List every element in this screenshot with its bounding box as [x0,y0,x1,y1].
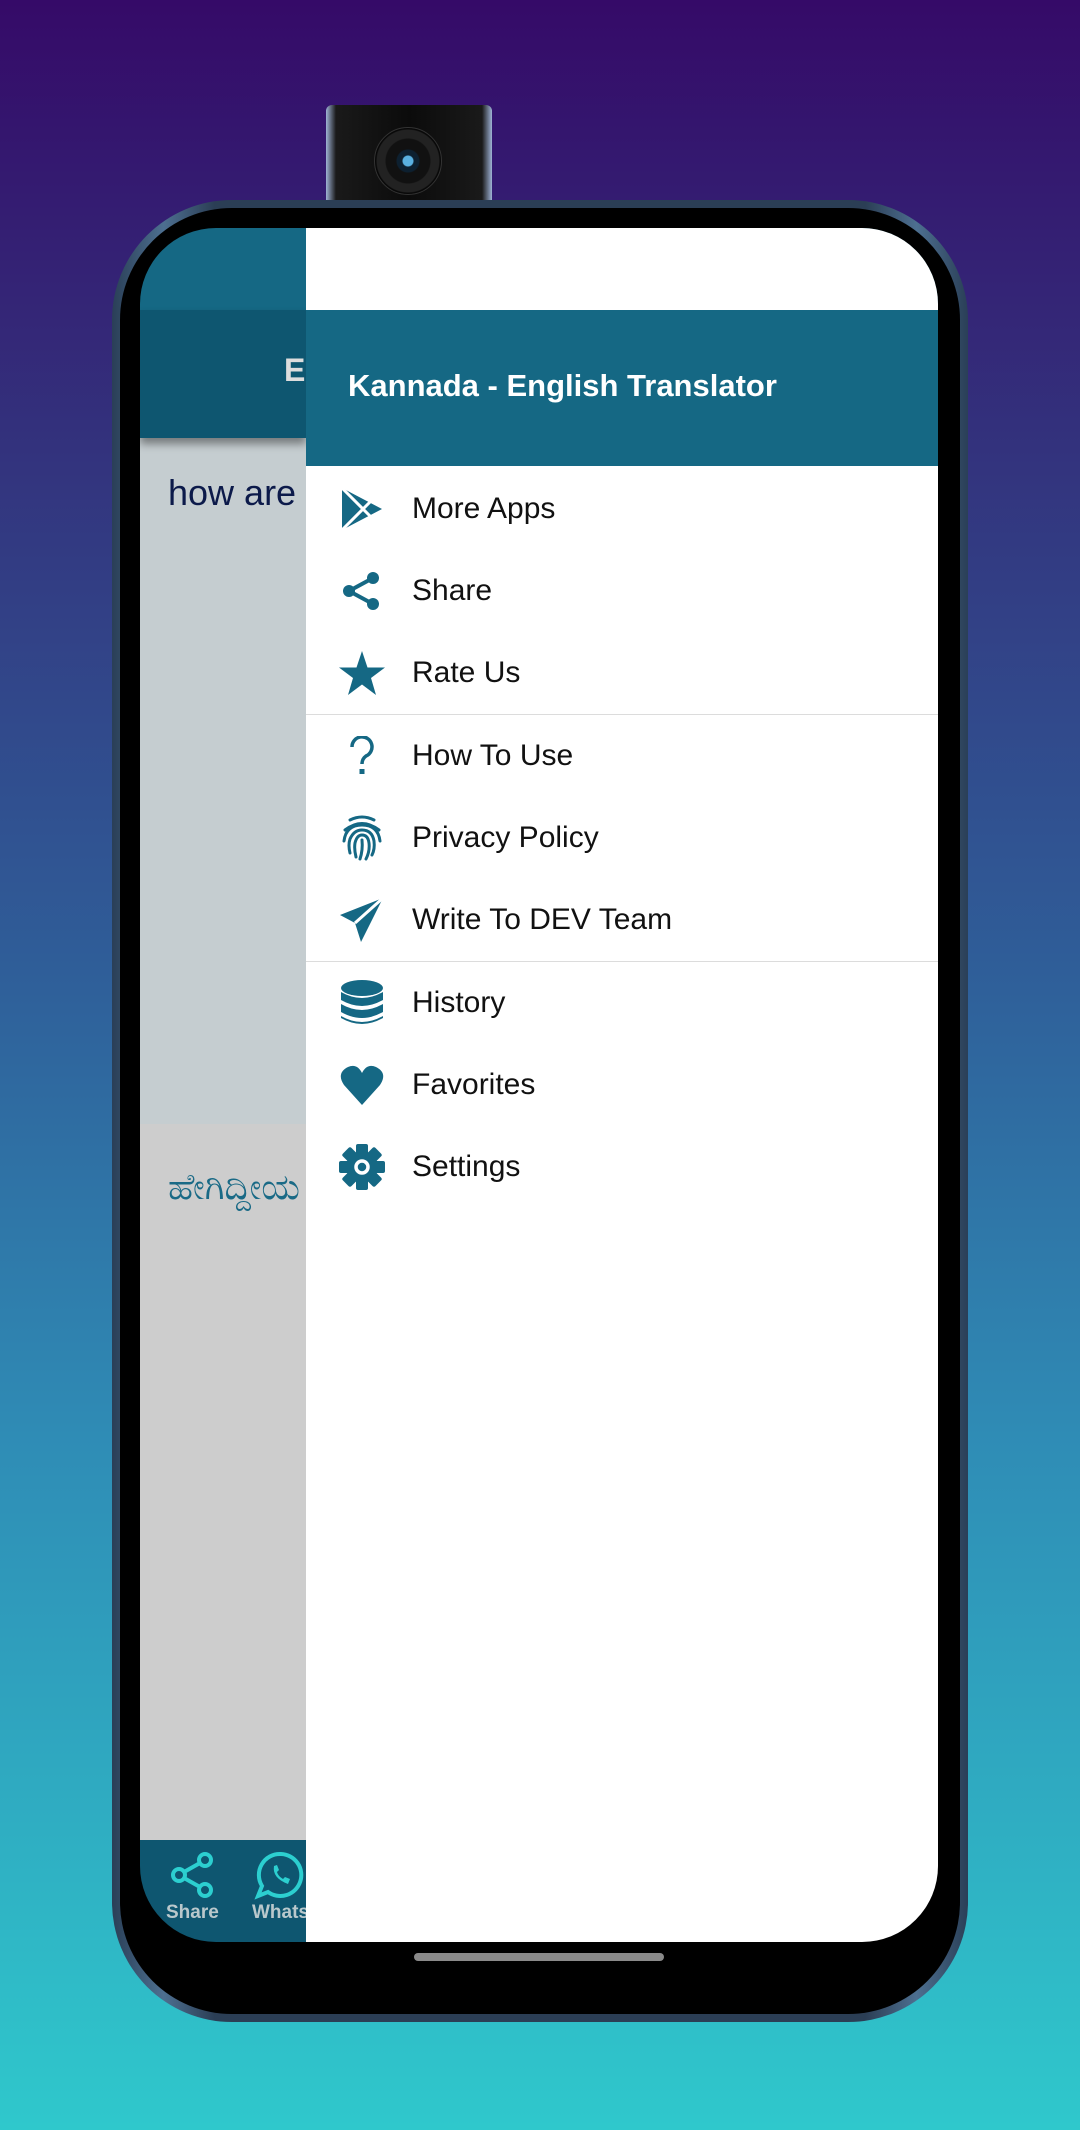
heart-icon [338,1061,386,1109]
phone-screen: 10:45 0.13 KB/S Vo WiFi 2 Vo LTE 1 78% E… [140,228,938,1942]
menu-item-write-to-dev-team[interactable]: Write To DEV Team [306,879,938,961]
app-toolbar: E [140,310,306,438]
navigation-drawer: Kannada - English Translator More Apps S… [306,228,938,1942]
play-store-icon [338,485,386,533]
menu-item-favorites[interactable]: Favorites [306,1044,938,1126]
input-text: how are [168,472,297,513]
output-text-area: ಹೇಗಿದ್ದೀಯ [140,1124,306,1840]
output-text: ಹೇಗಿದ್ದೀಯ [168,1166,300,1207]
whatsapp-icon [253,1851,303,1900]
drawer-title: Kannada - English Translator [348,368,777,403]
bottom-whatsapp-label: Whats [252,1902,309,1923]
menu-item-privacy-policy[interactable]: Privacy Policy [306,797,938,879]
menu-item-label: Write To DEV Team [412,903,673,936]
bottom-whatsapp-button[interactable]: Whats [252,1850,309,1924]
menu-item-label: History [412,986,506,1019]
question-icon [338,732,386,780]
menu-item-label: Share [412,574,493,607]
settings-gear-icon [338,1143,386,1191]
home-indicator[interactable] [414,1953,664,1961]
menu-item-history[interactable]: History [306,962,938,1044]
drawer-menu: More Apps Share Rate Us How To Use Priva… [306,466,938,1208]
popup-camera [326,105,492,205]
app-toolbar-title: E [284,352,306,388]
menu-item-settings[interactable]: Settings [306,1126,938,1208]
menu-item-label: How To Use [412,739,574,772]
bottom-share-button[interactable]: Share [166,1850,219,1924]
camera-lens [374,127,442,195]
share-icon [171,1852,214,1898]
input-text-area[interactable]: how are [140,438,306,1124]
share-icon [338,567,386,615]
menu-item-label: Favorites [412,1068,536,1101]
bottom-share-label: Share [166,1902,219,1923]
menu-item-rate-us[interactable]: Rate Us [306,632,938,714]
menu-item-label: Settings [412,1150,521,1183]
send-icon [338,896,386,944]
menu-item-label: More Apps [412,492,556,525]
drawer-header: Kannada - English Translator [306,310,938,466]
fingerprint-icon [338,814,386,862]
menu-item-share[interactable]: Share [306,550,938,632]
database-icon [338,979,386,1027]
menu-item-label: Privacy Policy [412,821,599,854]
bottom-action-bar: Share Whats [140,1840,309,1942]
menu-item-more-apps[interactable]: More Apps [306,468,938,550]
star-icon [338,649,386,697]
menu-item-label: Rate Us [412,656,521,689]
menu-item-how-to-use[interactable]: How To Use [306,715,938,797]
